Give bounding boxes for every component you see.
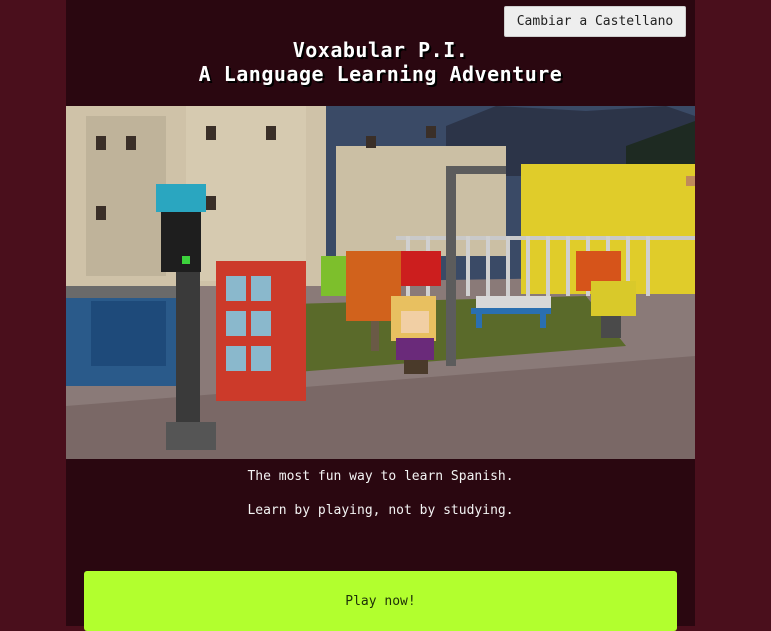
hero-game-screenshot <box>66 106 695 459</box>
tagline-1: The most fun way to learn Spanish. <box>247 469 514 484</box>
page-title: Voxabular P.I. A Language Learning Adven… <box>66 38 695 86</box>
voxel-town-scene-image <box>66 106 695 459</box>
language-toggle-button[interactable]: Cambiar a Castellano <box>504 6 686 37</box>
play-now-button[interactable]: Play now! <box>84 571 677 631</box>
title-line-2: A Language Learning Adventure <box>198 62 563 86</box>
title-line-1: Voxabular P.I. <box>292 38 469 62</box>
tagline-2: Learn by playing, not by studying. <box>247 503 514 518</box>
main-column: Cambiar a Castellano Voxabular P.I. A La… <box>66 0 695 631</box>
